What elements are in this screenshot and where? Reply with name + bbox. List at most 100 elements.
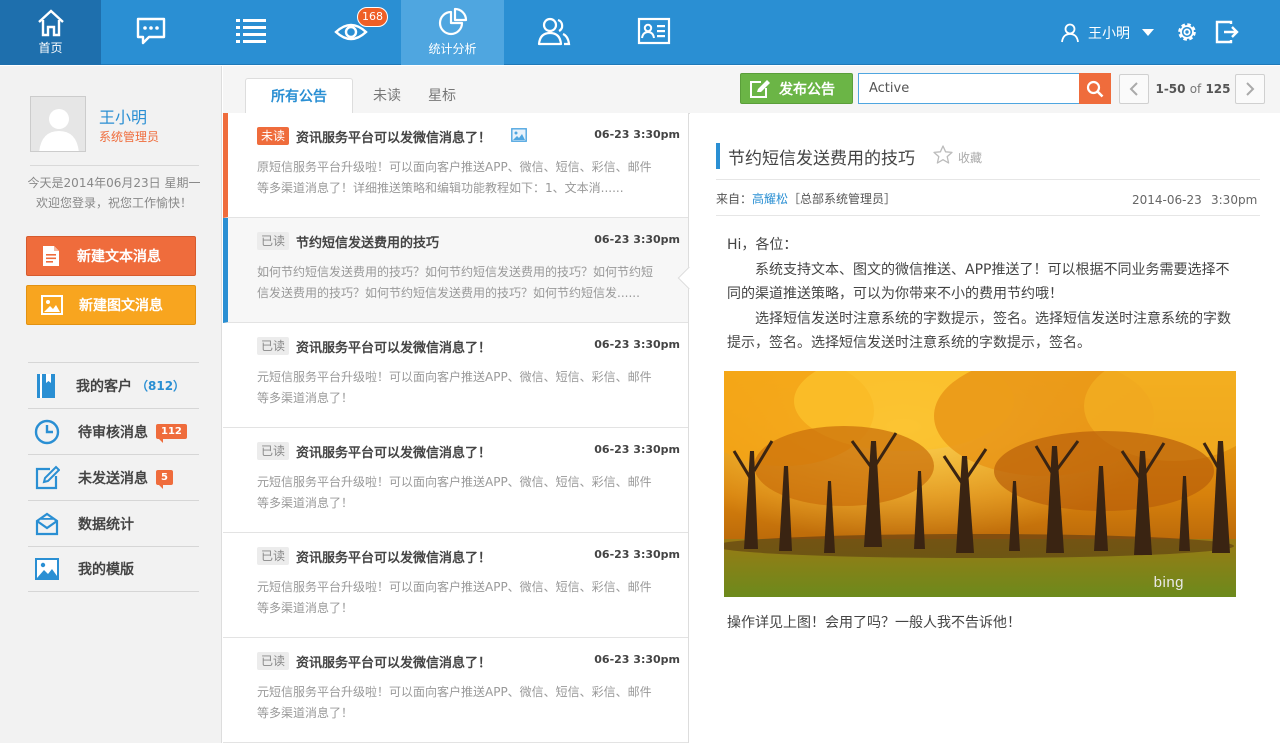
message-time: 06-23 3:30pm (594, 548, 680, 561)
sidebar-item-unsent[interactable]: 未发送消息 5 (28, 454, 199, 500)
message-preview-line: 等多渠道消息了！详细推送策略和编辑功能教程如下：1、文本消...... (257, 181, 624, 195)
message-preview-line: 等多渠道消息了！ (257, 706, 354, 720)
message-preview-line: 元短信服务平台升级啦！可以面向客户推送APP、微信、短信、彩信、邮件 (257, 580, 652, 594)
pager-of: of (1189, 82, 1202, 96)
pager-next-button[interactable] (1235, 74, 1265, 104)
message-title: 资讯服务平台可以发微信消息了！ (296, 656, 492, 671)
pager-prev-button[interactable] (1119, 74, 1149, 104)
message-preview: 元短信服务平台升级啦！可以面向客户推送APP、微信、短信、彩信、邮件 等多渠道消… (257, 577, 657, 619)
message-title: 资讯服务平台可以发微信消息了！ (296, 131, 492, 146)
tab-unread[interactable]: 未读 (373, 78, 401, 115)
nav-list[interactable] (201, 0, 301, 65)
nav-messages[interactable] (101, 0, 201, 65)
list-item[interactable]: 未读 资讯服务平台可以发微信消息了！ 06-23 3:30pm 原短信服务平台升… (223, 113, 688, 218)
clock-icon (34, 419, 60, 444)
pending-count-badge: 112 (156, 424, 187, 443)
greeting-text: 今天是2014年06月23日 星期一 欢迎您登录，祝您工作愉快！ (26, 173, 202, 213)
sidebar-item-label: 数据统计 (78, 516, 134, 533)
content-toolbar: 所有公告 未读 星标 发布公告 1-50 of 125 (223, 66, 1280, 115)
publish-announcement-button[interactable]: 发布公告 (740, 73, 853, 104)
detail-footer-text: 操作详见上图！会用了吗？一般人我不告诉他！ (727, 615, 1021, 631)
detail-time: 3:30pm (1211, 193, 1258, 207)
message-preview-line: 元短信服务平台升级啦！可以面向客户推送APP、微信、短信、彩信、邮件 (257, 685, 652, 699)
sidebar-item-label: 待审核消息 (78, 424, 148, 441)
logout-button[interactable] (1214, 20, 1240, 48)
unsent-count-badge: 5 (156, 470, 173, 489)
user-name: 王小明 (1088, 25, 1130, 42)
message-time: 06-23 3:30pm (594, 128, 680, 141)
publish-label: 发布公告 (779, 81, 835, 98)
list-item[interactable]: 已读 资讯服务平台可以发微信消息了！ 06-23 3:30pm 元短信服务平台升… (223, 428, 688, 533)
customer-count: （812） (136, 379, 186, 393)
detail-date: 2014-06-23 (1132, 193, 1202, 207)
sidebar: 王小明 系统管理员 今天是2014年06月23日 星期一 欢迎您登录，祝您工作愉… (0, 66, 222, 743)
star-icon[interactable] (933, 145, 953, 164)
avatar[interactable] (30, 96, 86, 152)
message-preview: 如何节约短信发送费用的技巧？如何节约短信发送费用的技巧？如何节约短 信发送费用的… (257, 262, 657, 304)
read-tag: 已读 (257, 442, 290, 460)
envelope-icon (35, 512, 59, 535)
nav-statistics[interactable]: 统计分析 (401, 0, 504, 65)
sender-link[interactable]: 高耀松 (752, 192, 788, 206)
user-menu[interactable]: 王小明 (1060, 0, 1154, 65)
sidebar-item-data-stats[interactable]: 数据统计 (28, 500, 199, 546)
image-attachment-icon (511, 128, 527, 142)
message-preview-line: 等多渠道消息了！ (257, 496, 354, 510)
message-title: 节约短信发送费用的技巧 (296, 236, 440, 251)
tab-all-announcements[interactable]: 所有公告 (245, 78, 353, 115)
logout-icon (1215, 20, 1239, 44)
message-preview-line: 如何节约短信发送费用的技巧？如何节约短信发送费用的技巧？如何节约短 (257, 265, 654, 279)
autumn-trees-image (724, 371, 1236, 597)
settings-button[interactable] (1175, 20, 1199, 48)
message-preview-line: 元短信服务平台升级啦！可以面向客户推送APP、微信、短信、彩信、邮件 (257, 475, 652, 489)
read-tag: 已读 (257, 337, 290, 355)
tab-starred[interactable]: 星标 (428, 78, 456, 115)
new-image-message-button[interactable]: 新建图文消息 (26, 285, 196, 325)
book-icon (37, 373, 55, 398)
message-preview-line: 信发送费用的技巧？如何节约短信发送费用的技巧？如何节约短信发...... (257, 286, 640, 300)
new-text-message-button[interactable]: 新建文本消息 (26, 236, 196, 276)
message-title: 资讯服务平台可以发微信消息了！ (296, 341, 492, 356)
message-preview: 元短信服务平台升级啦！可以面向客户推送APP、微信、短信、彩信、邮件 等多渠道消… (257, 682, 657, 724)
search-box (858, 73, 1111, 104)
list-item[interactable]: 已读 资讯服务平台可以发微信消息了！ 06-23 3:30pm 元短信服务平台升… (223, 533, 688, 638)
nav-home[interactable]: 首页 (0, 0, 101, 65)
greeting-date: 今天是2014年06月23日 星期一 (27, 176, 201, 190)
autumn-forest-photo: bing (724, 371, 1236, 597)
id-card-icon (637, 17, 671, 45)
image-icon (41, 295, 63, 315)
pager-total: 125 (1205, 82, 1231, 96)
edit-icon (35, 465, 60, 489)
gear-icon (1178, 23, 1196, 41)
read-tag: 已读 (257, 652, 290, 670)
pager-range: 1-50 (1155, 82, 1186, 96)
list-item[interactable]: 已读 资讯服务平台可以发微信消息了！ 06-23 3:30pm 元短信服务平台升… (223, 323, 688, 428)
read-tag: 已读 (257, 232, 290, 250)
message-time: 06-23 3:30pm (594, 233, 680, 246)
sidebar-item-my-templates[interactable]: 我的模版 (28, 546, 199, 592)
new-image-message-label: 新建图文消息 (79, 298, 163, 314)
favorite-button[interactable]: 收藏 (958, 149, 982, 166)
sidebar-item-label: 我的客户 (76, 378, 132, 395)
picture-icon (35, 558, 59, 580)
search-button[interactable] (1079, 73, 1111, 104)
message-preview-line: 元短信服务平台升级啦！可以面向客户推送APP、微信、短信、彩信、邮件 (257, 370, 652, 384)
sidebar-item-label: 我的模版 (78, 562, 134, 578)
search-input[interactable] (859, 74, 1079, 103)
title-accent-bar (716, 143, 720, 169)
list-item[interactable]: 已读 资讯服务平台可以发微信消息了！ 06-23 3:30pm 元短信服务平台升… (223, 638, 688, 743)
nav-watch[interactable]: 168 (301, 0, 401, 65)
sidebar-item-my-customers[interactable]: 我的客户 （812） (28, 362, 199, 408)
search-icon (1086, 80, 1104, 97)
nav-statistics-label: 统计分析 (428, 42, 477, 56)
nav-contacts[interactable] (604, 0, 704, 65)
profile-name[interactable]: 王小明 (99, 104, 147, 128)
message-time: 06-23 3:30pm (594, 443, 680, 456)
profile-role: 系统管理员 (99, 130, 160, 144)
message-preview-line: 等多渠道消息了！ (257, 601, 354, 615)
detail-title: 节约短信发送费用的技巧 (728, 149, 915, 169)
sidebar-item-pending-review[interactable]: 待审核消息 112 (28, 408, 199, 454)
nav-users[interactable] (504, 0, 604, 65)
list-item-selected[interactable]: 已读 节约短信发送费用的技巧 06-23 3:30pm 如何节约短信发送费用的技… (223, 218, 701, 323)
greeting-welcome: 欢迎您登录，祝您工作愉快！ (35, 196, 192, 210)
